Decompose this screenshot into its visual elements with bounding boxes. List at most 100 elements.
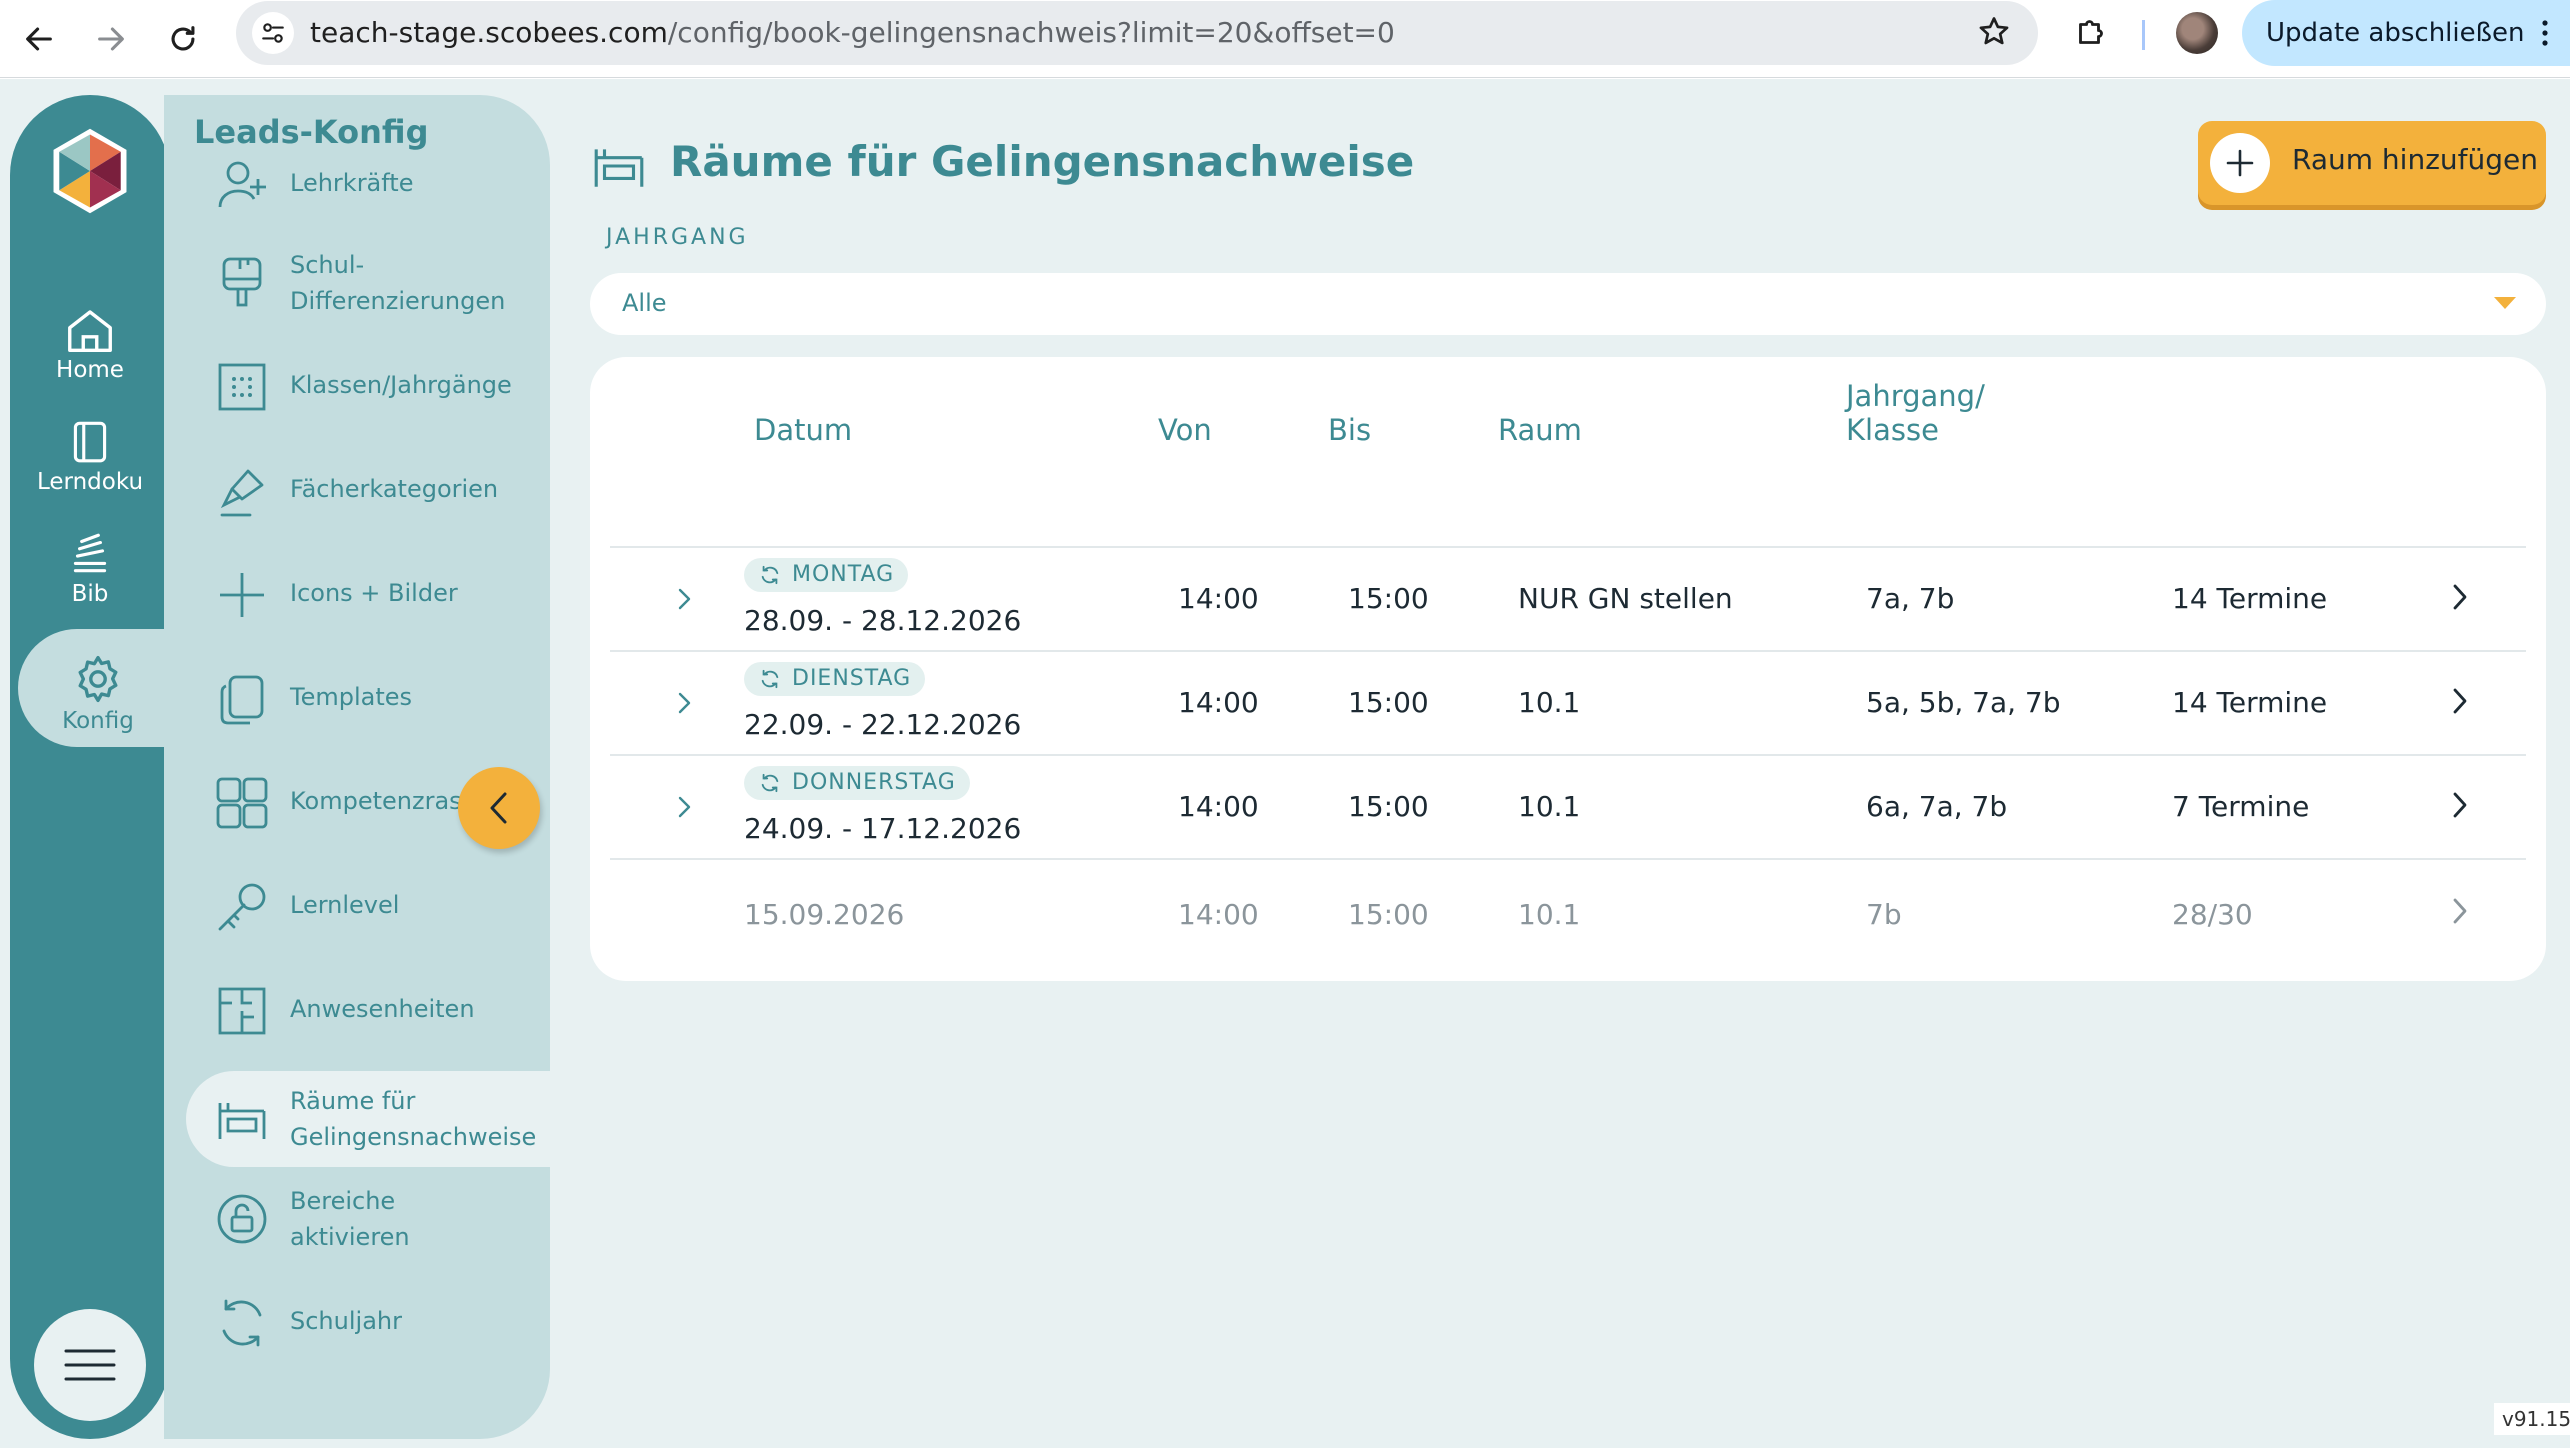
rail-item-konfig[interactable]: Konfig [18,636,178,740]
time-to: 15:00 [1348,898,1429,931]
site-info-button[interactable] [252,12,294,54]
time-to: 15:00 [1348,790,1429,823]
column-header-raum: Raum [1498,413,1582,447]
sidebar-item-schul-differenzierungen[interactable]: Schul- Differenzierungen [164,231,550,335]
back-button[interactable] [12,12,66,66]
filter-label: JAHRGANG [606,225,749,250]
arrow-left-icon [26,27,52,51]
add-room-button[interactable]: Raum hinzufügen [2198,121,2546,205]
sidebar-item-label: Icons + Bilder [290,579,458,607]
chevron-right-icon[interactable] [674,792,694,822]
rail-item-lerndoku[interactable]: Lerndoku [10,397,170,501]
more-vert-icon [2542,20,2548,46]
notebook-icon [73,421,107,463]
date-range: 24.09. - 17.12.2026 [744,812,1022,845]
forward-button[interactable] [84,12,138,66]
sidebar-item-label: Schul- Differenzierungen [290,251,506,315]
date-range: 22.09. - 22.12.2026 [744,708,1022,741]
main-rail: Home Lerndoku Bib Konfig [10,95,188,1439]
url-text: teach-stage.scobees.com/config/book-geli… [310,16,1395,50]
rail-item-bib[interactable]: Bib [10,509,170,613]
jahrgang-select[interactable]: Alle [590,273,2546,335]
sidebar-item-anwesenheiten[interactable]: Anwesenheiten [164,959,550,1063]
profile-avatar[interactable] [2176,12,2218,54]
classes: 6a, 7a, 7b [1866,790,2008,823]
time-from: 14:00 [1178,898,1259,931]
sidebar-item-klassen-jahrgaenge[interactable]: Klassen/Jahrgänge [164,335,550,439]
chevron-left-icon [490,792,507,824]
reload-icon [171,26,195,51]
bookmark-button[interactable] [1976,14,2012,50]
chevron-right-icon[interactable] [2448,788,2472,822]
scobees-logo-icon [53,128,127,214]
toolbar-separator [2142,20,2145,50]
sidebar-item-label: Fächerkategorien [290,475,499,503]
tune-icon [262,23,284,43]
sidebar-item-lernlevel[interactable]: Lernlevel [164,855,550,959]
room-icon [594,149,644,187]
rail-item-home[interactable]: Home [10,285,170,389]
sidebar-item-icons-bilder[interactable]: Icons + Bilder [164,543,550,647]
time-from: 14:00 [1178,582,1259,615]
time-from: 14:00 [1178,686,1259,719]
collapse-sidebar-button[interactable] [458,767,540,849]
sidebar-item-faecherkategorien[interactable]: Fächerkategorien [164,439,550,543]
jahrgang-select-value: Alle [622,289,667,317]
time-to: 15:00 [1348,582,1429,615]
classes: 7a, 7b [1866,582,1955,615]
url-path: /config/book-gelingensnachweis?limit=20&… [667,16,1395,49]
plus-icon [2210,133,2270,193]
appointment-count: 7 Termine [2172,790,2310,823]
table-row[interactable]: DIENSTAG 22.09. - 22.12.2026 14:00 15:00… [610,652,2526,756]
sidebar-item-templates[interactable]: Templates [164,647,550,751]
rail-item-konfig-active: Konfig [18,629,188,747]
appointment-count: 14 Termine [2172,686,2328,719]
recurring-icon [761,669,779,689]
chevron-right-icon[interactable] [2448,580,2472,614]
chevron-right-icon[interactable] [674,688,694,718]
classes: 7b [1866,898,1902,931]
room-icon [218,1103,266,1139]
plus-icon [220,573,264,617]
classes: 5a, 5b, 7a, 7b [1866,686,2061,719]
chevron-right-icon[interactable] [674,584,694,614]
weekday-badge: DIENSTAG [744,662,926,696]
home-icon [68,310,112,352]
sidebar-item-bereiche-aktivieren[interactable]: Bereiche aktivieren [164,1167,550,1271]
pen-icon [220,469,264,517]
sidebar-item-schuljahr[interactable]: Schuljahr [164,1271,550,1375]
add-room-label: Raum hinzufügen [2292,143,2538,176]
unlock-icon [217,1194,267,1244]
gear-icon [78,655,118,703]
weekday-label: DONNERSTAG [792,770,956,795]
reload-button[interactable] [156,12,210,66]
column-header-von: Von [1158,413,1212,447]
sidebar-item-raeume-gelingensnachweise[interactable]: Räume für Gelingensnachweise [186,1071,550,1167]
time-from: 14:00 [1178,790,1259,823]
table-row[interactable]: 15.09.2026 14:00 15:00 10.1 7b 28/30 [610,860,2526,964]
sidebar-item-label: Bereiche aktivieren [290,1187,410,1251]
sidebar-item-lehrkraefte[interactable]: Lehrkräfte [164,135,550,231]
recurring-icon [761,565,779,585]
sidebar-item-label: Lehrkräfte [290,169,414,197]
rail-item-label: Konfig [62,708,134,734]
table-row[interactable]: MONTAG 28.09. - 28.12.2026 14:00 15:00 N… [610,548,2526,652]
room-name: 10.1 [1518,898,1581,931]
floorplan-icon [218,987,266,1035]
address-bar[interactable]: teach-stage.scobees.com/config/book-geli… [236,1,2038,65]
sidebar-item-label: Räume für Gelingensnachweise [290,1087,537,1151]
extensions-button[interactable] [2064,5,2118,59]
rooms-table: Datum Von Bis Raum Jahrgang/ Klasse MONT… [590,357,2546,981]
chevron-right-icon[interactable] [2448,684,2472,718]
date-single: 15.09.2026 [744,898,905,931]
caret-down-icon [2494,297,2516,309]
date-range: 28.09. - 28.12.2026 [744,604,1022,637]
column-header-bis: Bis [1328,413,1372,447]
table-row[interactable]: DONNERSTAG 24.09. - 17.12.2026 14:00 15:… [610,756,2526,860]
sidebar-item-label: Templates [290,683,413,711]
arrow-right-icon [98,27,124,51]
chevron-right-icon[interactable] [2448,894,2472,928]
update-button[interactable]: Update abschließen [2242,0,2570,66]
app-root: Home Lerndoku Bib Konfig Leads-Konfig Le… [0,79,2570,1448]
menu-button[interactable] [34,1309,146,1421]
